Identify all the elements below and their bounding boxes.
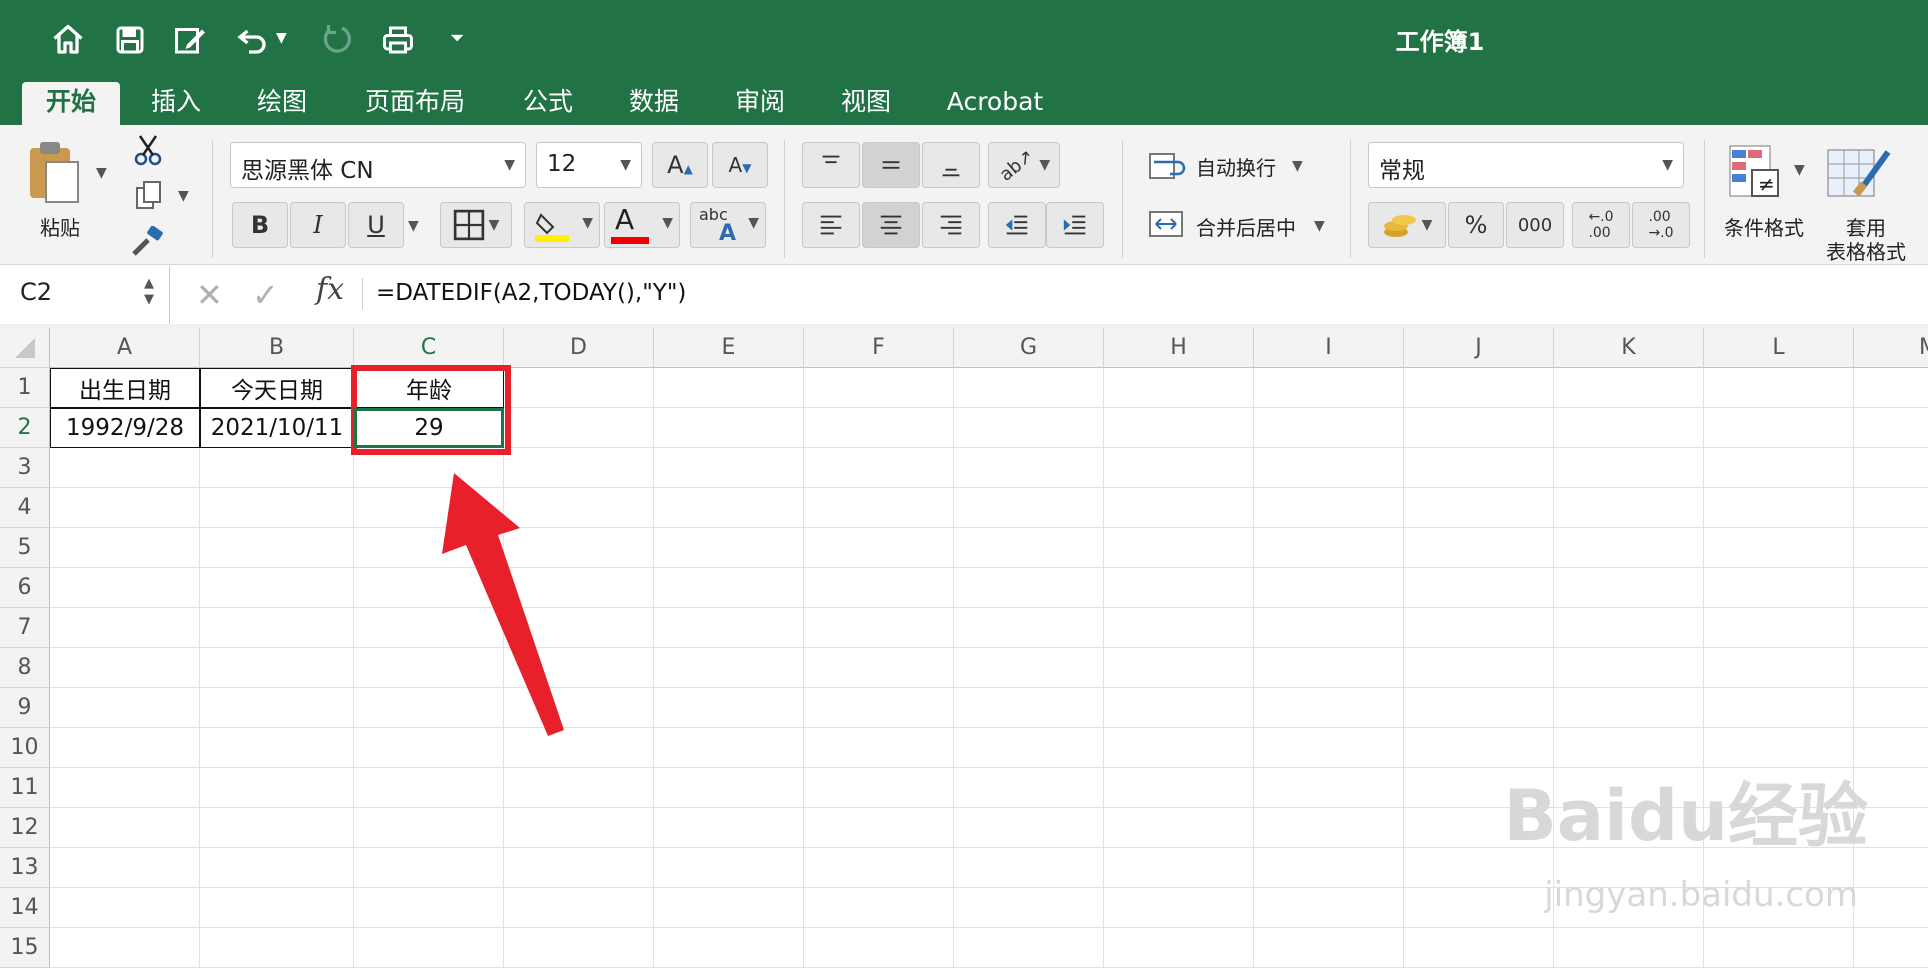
excel-window: ▼ ⏷ 工作簿1 开始 插入 绘图 页面布局 公式 数据 审阅 视图 Acrob… bbox=[0, 0, 1928, 970]
cell-c2[interactable]: 29 bbox=[354, 408, 504, 448]
annotation-arrow-icon bbox=[442, 473, 564, 736]
watermark-url: jingyan.baidu.com bbox=[1544, 875, 1858, 915]
watermark-logo: Baidu经验 bbox=[1503, 775, 1868, 857]
